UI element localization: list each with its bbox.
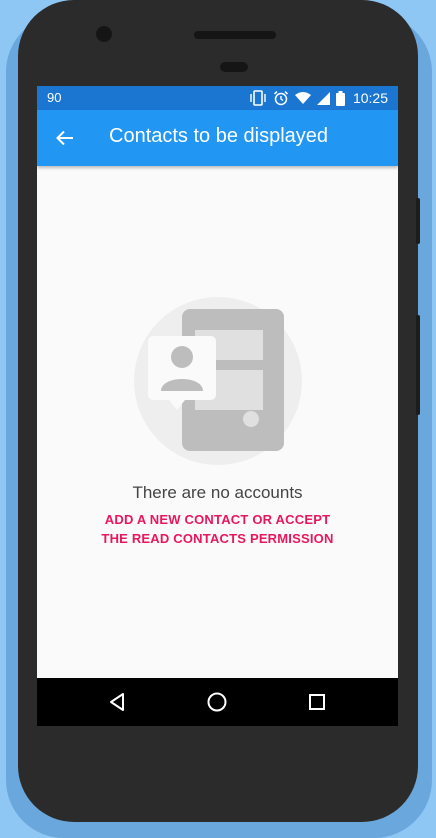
wifi-icon [294, 92, 311, 104]
volume-button [416, 315, 420, 415]
action-line-2: THE READ CONTACTS PERMISSION [101, 531, 334, 546]
earpiece-speaker [194, 31, 276, 39]
action-line-1: ADD A NEW CONTACT OR ACCEPT [104, 512, 331, 527]
proximity-sensor [220, 62, 248, 72]
vibrate-icon [250, 90, 266, 106]
back-button[interactable] [51, 124, 79, 152]
status-icons: 10:25 [249, 89, 388, 107]
battery-icon [335, 90, 345, 106]
empty-state-title: There are no accounts [132, 483, 303, 502]
nav-back-button[interactable] [97, 686, 137, 718]
nav-home-button[interactable] [197, 686, 237, 718]
front-camera [96, 26, 112, 42]
home-circle-icon [207, 692, 227, 712]
nav-recents-button[interactable] [297, 686, 337, 718]
status-time: 10:25 [352, 90, 388, 106]
signal-icon [316, 91, 330, 105]
navigation-bar [37, 678, 398, 726]
recents-square-icon [309, 694, 325, 710]
contact-device-icon [134, 297, 302, 465]
page-title: Contacts to be displayed [109, 125, 329, 147]
app-bar: Contacts to be displayed [37, 110, 398, 166]
status-left-text: 90 [47, 90, 62, 105]
status-bar: 90 10:25 [37, 86, 398, 110]
back-triangle-icon [110, 693, 124, 711]
power-button [416, 198, 420, 244]
arrow-back-icon [56, 130, 73, 146]
alarm-icon [273, 91, 288, 106]
screen: 90 10:25 Contacts to be displayed There … [37, 86, 398, 726]
add-contact-permission-link[interactable]: ADD A NEW CONTACT OR ACCEPT THE READ CON… [67, 510, 368, 548]
